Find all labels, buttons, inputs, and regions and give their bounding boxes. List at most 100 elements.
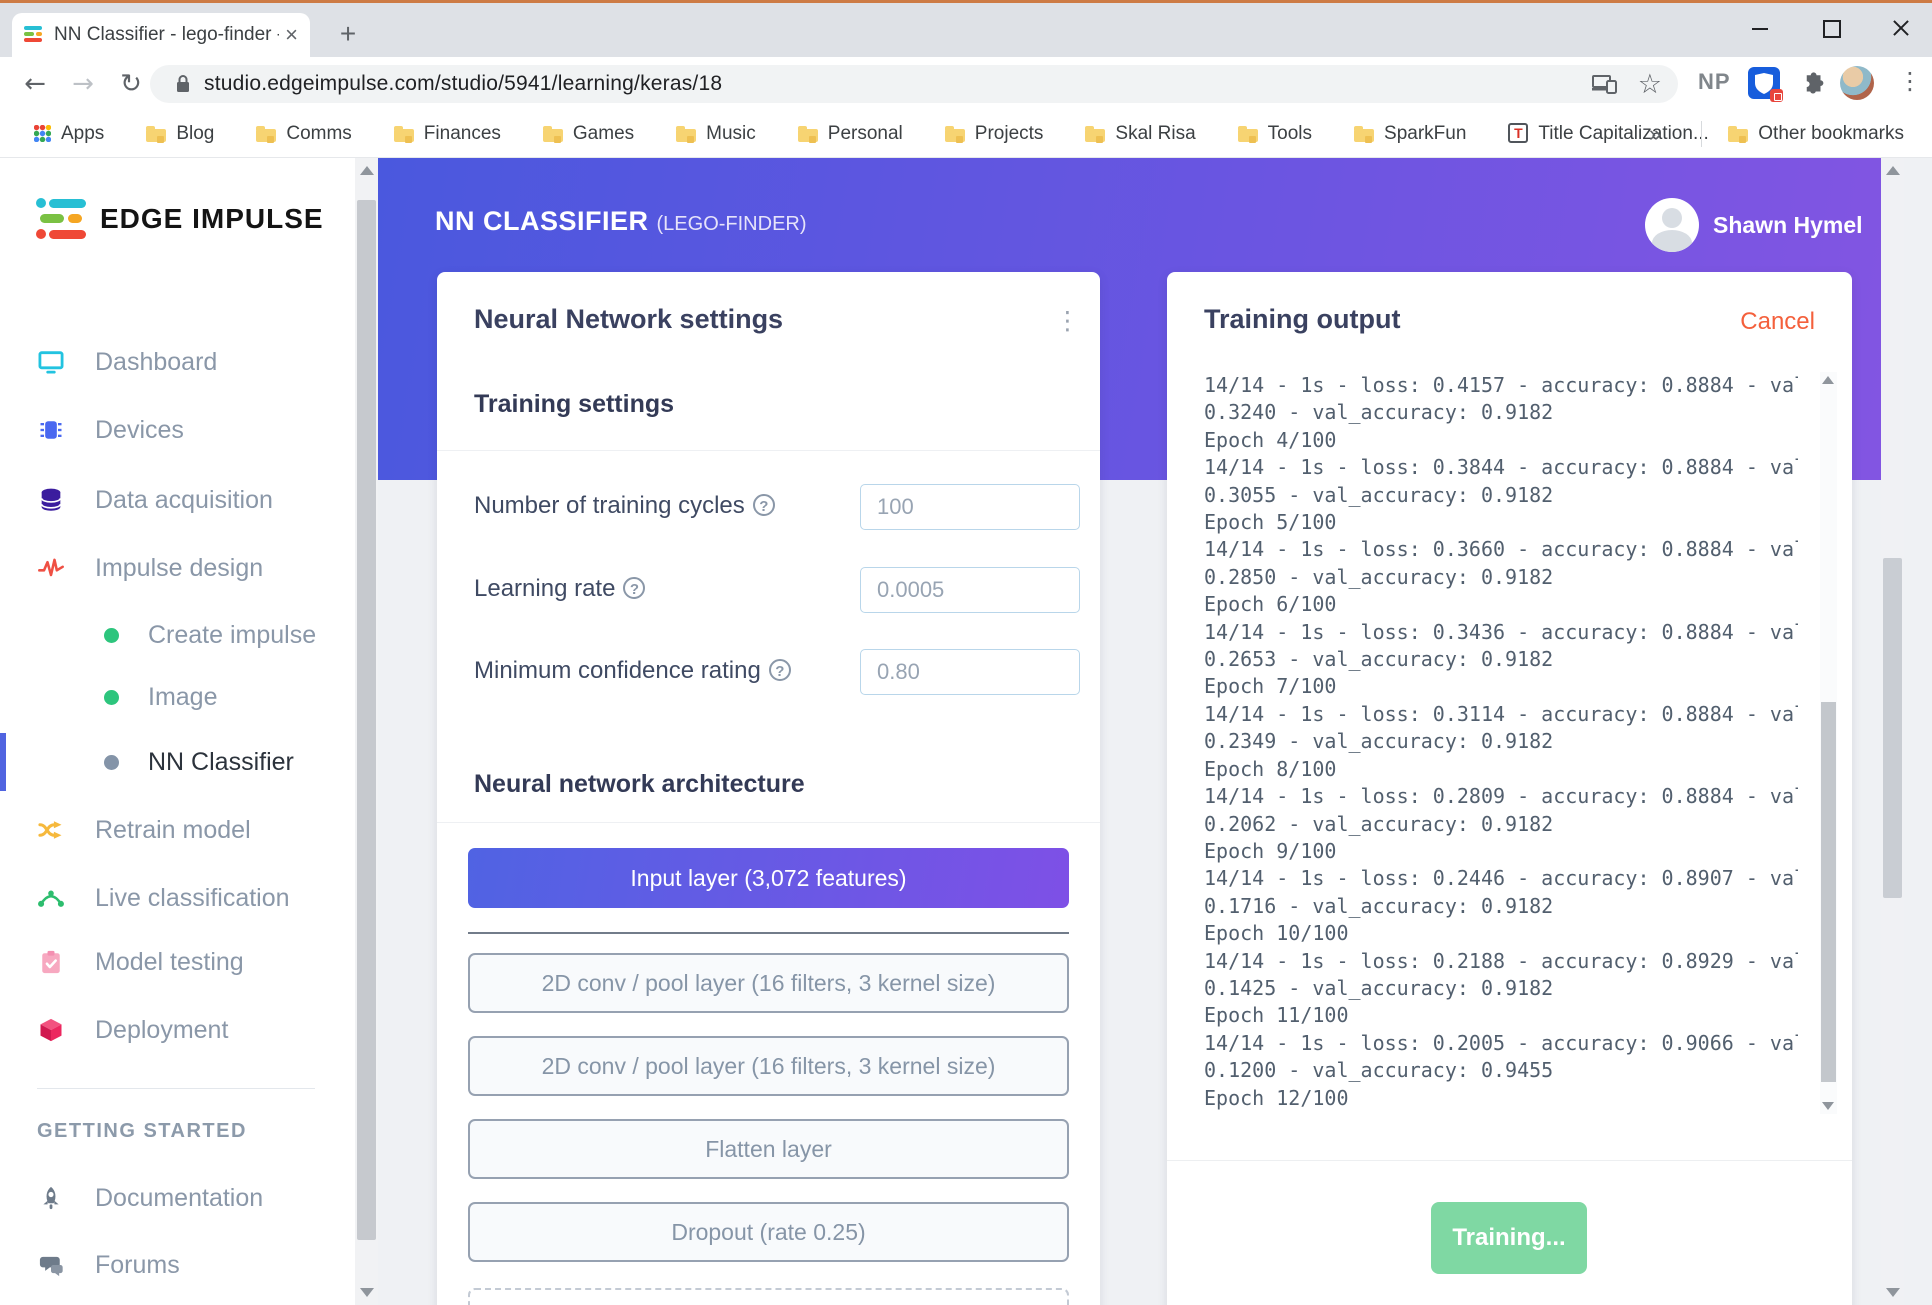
bookmark-label: Comms — [286, 122, 352, 144]
np-extension-icon[interactable]: NP — [1698, 69, 1731, 95]
layer-button[interactable]: 2D conv / pool layer (16 filters, 3 kern… — [468, 953, 1069, 1013]
bookmark-label: Tools — [1267, 122, 1313, 144]
window-maximize-icon[interactable] — [1822, 17, 1841, 41]
reload-icon[interactable]: ↻ — [112, 65, 150, 103]
min-confidence-input[interactable] — [860, 649, 1080, 695]
bookmark-label: Blog — [176, 122, 215, 144]
scroll-up-icon[interactable] — [1886, 166, 1900, 175]
scrollbar-thumb[interactable] — [1821, 702, 1836, 1082]
console-line: 14/14 - 1s - loss: 0.2005 - accuracy: 0.… — [1204, 1030, 1798, 1055]
nn-settings-card: Neural Network settings ⋮ Training setti… — [437, 272, 1100, 1305]
help-icon[interactable]: ? — [752, 494, 775, 516]
bookmark-item[interactable]: Blog — [146, 123, 214, 145]
console-line: Epoch 11/100 — [1204, 1003, 1349, 1028]
sidebar-item-model-testing[interactable]: Model testing — [0, 936, 355, 988]
bookmark-folder-icon — [542, 125, 563, 143]
layer-button[interactable]: Dropout (rate 0.25) — [468, 1202, 1069, 1262]
sidebar-item-data-acquisition[interactable]: Data acquisition — [0, 474, 355, 526]
sidebar-item-create-impulse[interactable]: Create impulse — [0, 609, 355, 661]
forward-icon[interactable]: → — [64, 65, 102, 103]
sidebar-item-nn-classifier[interactable]: NN Classifier — [0, 733, 355, 791]
console-line: 14/14 - 1s - loss: 0.3660 - accuracy: 0.… — [1204, 537, 1798, 562]
edge-impulse-logo[interactable]: EDGE IMPULSE — [36, 196, 324, 242]
user-avatar[interactable] — [1645, 198, 1699, 252]
browser-menu-kebab-icon[interactable]: ⋮ — [1898, 67, 1922, 95]
training-cycles-input[interactable] — [860, 484, 1080, 530]
content-scrollbar[interactable] — [1881, 158, 1904, 1305]
sidebar-item-forums[interactable]: Forums — [0, 1239, 355, 1291]
bookmark-item[interactable]: Projects — [944, 123, 1043, 145]
bookmark-item[interactable]: Tools — [1237, 122, 1313, 145]
profile-avatar[interactable] — [1840, 66, 1874, 100]
bitwarden-extension-icon[interactable] — [1748, 67, 1783, 102]
address-bar[interactable]: studio.edgeimpulse.com/studio/5941/learn… — [150, 65, 1678, 103]
input-layer-button[interactable]: Input layer (3,072 features) — [468, 848, 1069, 908]
window-minimize-icon[interactable] — [1752, 17, 1770, 41]
new-tab-button[interactable]: + — [330, 17, 366, 53]
send-to-devices-icon[interactable] — [1591, 73, 1618, 95]
add-layer-dropzone[interactable] — [468, 1288, 1069, 1305]
help-icon[interactable]: ? — [768, 659, 791, 681]
sidebar-item-retrain-model[interactable]: Retrain model — [0, 804, 355, 856]
cancel-link[interactable]: Cancel — [1740, 308, 1815, 336]
console-scrollbar[interactable] — [1820, 372, 1837, 1114]
bitwarden-lock-badge — [1770, 89, 1783, 102]
bookmark-folder-icon — [34, 125, 51, 142]
console-line: 14/14 - 1s - loss: 0.4157 - accuracy: 0.… — [1204, 373, 1798, 397]
scroll-down-icon[interactable] — [360, 1288, 374, 1297]
scrollbar-thumb[interactable] — [357, 200, 376, 1240]
other-bookmarks[interactable]: Other bookmarks — [1728, 123, 1904, 145]
bookmark-item[interactable]: Skal Risa — [1085, 123, 1196, 145]
sidebar-item-devices[interactable]: Devices — [0, 404, 355, 456]
bookmark-folder-icon — [1237, 125, 1258, 143]
window-close-icon[interactable] — [1892, 17, 1910, 41]
back-icon[interactable]: ← — [16, 65, 54, 103]
bookmark-item[interactable]: Games — [542, 123, 634, 145]
training-button[interactable]: Training... — [1431, 1202, 1587, 1274]
sidebar-item-deployment[interactable]: Deployment — [0, 1004, 355, 1056]
learning-rate-input[interactable] — [860, 567, 1080, 613]
shuffle-icon — [37, 816, 65, 844]
bookmark-item[interactable]: SparkFun — [1354, 123, 1466, 145]
sidebar-item-dashboard[interactable]: Dashboard — [0, 336, 355, 388]
sidebar-item-documentation[interactable]: Documentation — [0, 1172, 355, 1224]
console-line: 0.1200 - val_accuracy: 0.9455 — [1204, 1058, 1554, 1083]
bookmark-item[interactable]: Music — [676, 123, 756, 145]
scroll-up-icon[interactable] — [360, 166, 374, 175]
bookmark-item[interactable]: Comms — [256, 122, 352, 145]
console-line: 0.2653 - val_accuracy: 0.9182 — [1204, 647, 1554, 672]
page-title-main: NN CLASSIFIER — [435, 206, 649, 236]
card-menu-kebab-icon[interactable]: ⋮ — [1055, 306, 1080, 335]
bookmark-item[interactable]: Finances — [393, 123, 501, 145]
scroll-down-icon[interactable] — [1886, 1288, 1900, 1297]
sidebar-item-live-classification[interactable]: Live classification — [0, 872, 355, 924]
sidebar-scrollbar[interactable] — [355, 158, 378, 1305]
browser-tab[interactable]: NN Classifier - lego-finder - Edge × — [12, 13, 310, 57]
tab-close-icon[interactable]: × — [285, 24, 298, 46]
bookmark-item[interactable]: Personal — [797, 122, 903, 145]
bookmark-folder-icon — [256, 125, 277, 143]
cube-icon — [37, 1016, 65, 1044]
console-line: 0.3240 - val_accuracy: 0.9182 — [1204, 400, 1554, 425]
bookmark-star-icon[interactable]: ☆ — [1638, 69, 1662, 100]
user-menu[interactable]: Shawn Hymel — [1645, 198, 1863, 252]
extensions-puzzle-icon[interactable] — [1798, 69, 1828, 104]
console-line: 0.2062 - val_accuracy: 0.9182 — [1204, 811, 1554, 836]
bookmark-item[interactable]: Apps — [34, 123, 104, 145]
scrollbar-thumb[interactable] — [1883, 558, 1902, 898]
bookmark-label: Personal — [827, 122, 903, 144]
output-card-title: Training output — [1204, 304, 1401, 334]
card-footer-divider — [1167, 1160, 1852, 1161]
layer-button[interactable]: 2D conv / pool layer (16 filters, 3 kern… — [468, 1036, 1069, 1096]
sidebar-item-impulse-design[interactable]: Impulse design — [0, 542, 355, 594]
sidebar-item-image[interactable]: Image — [0, 671, 355, 723]
bookmarks-overflow-icon[interactable]: » — [1649, 121, 1661, 147]
scroll-up-icon[interactable] — [1822, 376, 1834, 384]
min-confidence-row: Minimum confidence rating? — [474, 649, 1080, 695]
help-icon[interactable]: ? — [623, 577, 646, 599]
layer-button[interactable]: Flatten layer — [468, 1119, 1069, 1179]
training-console[interactable]: 14/14 - 1s - loss: 0.4157 - accuracy: 0.… — [1204, 372, 1798, 1114]
scroll-down-icon[interactable] — [1822, 1102, 1834, 1110]
training-settings-heading: Training settings — [474, 390, 675, 418]
min-confidence-label: Minimum confidence rating — [474, 657, 761, 684]
